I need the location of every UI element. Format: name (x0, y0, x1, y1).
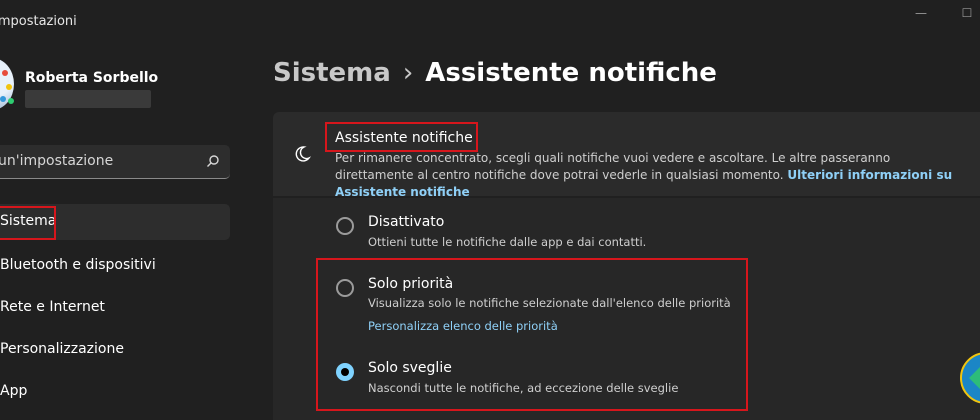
breadcrumb-separator-icon: › (402, 58, 414, 88)
option-subtitle: Visualizza solo le notifiche selezionate… (368, 296, 731, 310)
highlight-box-heading (325, 122, 478, 152)
option-title: Disattivato (368, 214, 445, 230)
sidebar-item-label: Personalizzazione (0, 341, 124, 357)
option-subtitle: Nascondi tutte le notifiche, ad eccezion… (368, 381, 679, 395)
search-placeholder: un'impostazione (0, 153, 114, 169)
option-title: Solo sveglie (368, 360, 452, 376)
user-email-redacted (25, 90, 151, 108)
minimize-button[interactable]: — (906, 4, 936, 26)
focus-assist-description: Per rimanere concentrato, scegli quali n… (335, 150, 965, 201)
user-name: Roberta Sorbello (25, 70, 159, 86)
radio-solo-priorita[interactable] (336, 279, 354, 297)
option-subtitle: Ottieni tutte le notifiche dalle app e d… (368, 235, 647, 249)
sidebar-item-label: Bluetooth e dispositivi (0, 257, 156, 273)
customize-priority-link[interactable]: Personalizza elenco delle priorità (368, 319, 558, 333)
window-title: Impostazioni (0, 14, 77, 29)
sidebar-item-app[interactable]: App (0, 374, 230, 410)
page-title: Assistente notifiche (425, 58, 717, 88)
moon-icon (292, 144, 312, 168)
avatar (0, 58, 14, 110)
search-input[interactable]: un'impostazione (0, 145, 230, 179)
sidebar-item-rete[interactable]: Rete e Internet (0, 290, 230, 326)
radio-disattivato[interactable] (336, 217, 354, 235)
sidebar-item-label: Rete e Internet (0, 299, 105, 315)
sidebar-item-bluetooth[interactable]: Bluetooth e dispositivi (0, 248, 230, 284)
sidebar-item-personalizzazione[interactable]: Personalizzazione (0, 332, 230, 368)
highlight-box-sistema (0, 206, 56, 240)
breadcrumb-parent[interactable]: Sistema (273, 58, 391, 88)
search-icon[interactable] (206, 153, 220, 172)
option-title: Solo priorità (368, 276, 454, 292)
sidebar-item-label: App (0, 383, 28, 399)
radio-solo-sveglie[interactable] (336, 363, 354, 381)
maximize-button[interactable]: ☐ (952, 4, 980, 26)
breadcrumb: Sistema › Assistente notifiche (273, 58, 717, 88)
